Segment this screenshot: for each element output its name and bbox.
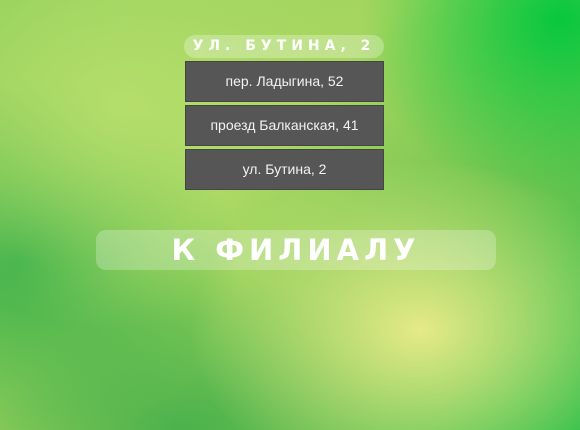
go-to-branch-button[interactable]: К ФИЛИАЛУ [96, 230, 496, 270]
branch-select-current[interactable]: УЛ. БУТИНА, 2 [184, 35, 384, 58]
branch-option-balkanskaya[interactable]: проезд Балканская, 41 [185, 105, 384, 146]
branch-dropdown-list: пер. Ладыгина, 52 проезд Балканская, 41 … [185, 61, 384, 193]
branch-option-ladygina[interactable]: пер. Ладыгина, 52 [185, 61, 384, 102]
branch-option-butina[interactable]: ул. Бутина, 2 [185, 149, 384, 190]
